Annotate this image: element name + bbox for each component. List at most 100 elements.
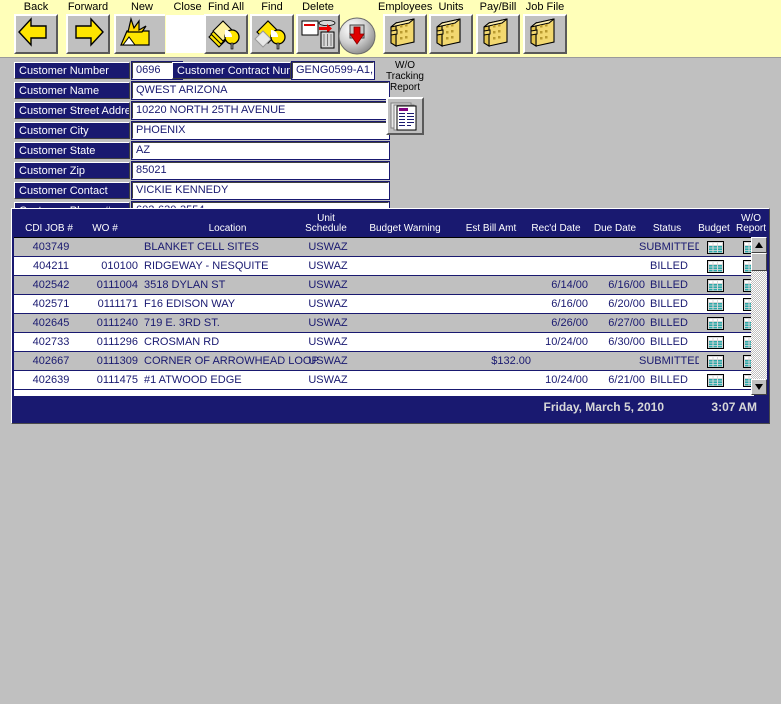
wo-tracking-report-button[interactable]: W/O Tracking Report (376, 60, 434, 135)
footer-time: 3:07 AM (711, 400, 757, 414)
grid-column-header[interactable]: Unit Schedule (295, 209, 357, 237)
application-window: Back Forward New Close Find All Find Delete Emp… (0, 0, 781, 704)
budget-grid-icon[interactable] (707, 336, 724, 349)
cell-recd-date (528, 352, 594, 370)
customer-contract-number-input[interactable]: GENG0599-A1,A (291, 61, 375, 80)
field-input-customer-zip[interactable]: 85021 (131, 161, 390, 180)
scroll-up-icon[interactable] (751, 237, 767, 253)
toolbar-button-units[interactable]: Units (427, 1, 475, 54)
cell-budget[interactable] (697, 238, 735, 256)
grid-column-header[interactable]: Rec'd Date (526, 209, 586, 237)
cell-cdi-job: 403749 (32, 241, 70, 253)
table-row[interactable]: 402571 0111171 F16 EDISON WAY USWAZ 6/16/00 6… (14, 295, 754, 314)
toolbar-button-job-file[interactable]: Job File (519, 1, 571, 54)
toolbar-button-employees[interactable]: Employees (378, 1, 432, 54)
cell-wo (76, 238, 142, 256)
budget-grid-icon[interactable] (707, 298, 724, 311)
toolbar-button-label: Units (438, 1, 464, 13)
cell-wo: 0111004 (96, 279, 138, 291)
cell-recd-date: 10/24/00 (545, 336, 588, 348)
toolbar-button-import[interactable] (337, 1, 377, 56)
find-all-icon (204, 14, 248, 54)
grid-column-header[interactable]: WO # (74, 209, 136, 237)
table-row[interactable]: 404211 010100 RIDGEWAY - NESQUITE USWAZ BILL… (14, 257, 754, 276)
budget-grid-icon[interactable] (707, 317, 724, 330)
table-row[interactable]: 403749 BLANKET CELL SITES USWAZ SUBMITTED (14, 238, 754, 257)
grid-column-header[interactable]: CDI JOB # (20, 209, 78, 237)
grid-column-header[interactable]: Location (140, 209, 315, 237)
customer-form: Customer Number 0696 Customer Name QWEST AR… (14, 61, 434, 222)
grid-vertical-scrollbar[interactable] (751, 237, 767, 395)
import-sphere-icon[interactable] (337, 16, 377, 56)
cell-wo: 0111171 (97, 298, 138, 310)
cell-budget-warning (359, 295, 455, 313)
toolbar-button-label: Pay/Bill (479, 1, 517, 13)
budget-grid-icon[interactable] (707, 260, 724, 273)
field-input-customer-city[interactable]: PHOENIX (131, 121, 390, 140)
cell-location: 719 E. 3RD ST. (144, 317, 220, 329)
field-label-customer-name: Customer Name (14, 82, 130, 99)
cell-est-bill-amt (455, 333, 537, 351)
delete-trash-icon (296, 14, 340, 54)
table-row[interactable]: 402639 0111475 #1 ATWOOD EDGE USWAZ 10/24/00… (14, 371, 754, 390)
file-drawer-icon (429, 14, 473, 54)
cell-recd-date (528, 238, 594, 256)
field-input-customer-contact[interactable]: VICKIE KENNEDY (131, 181, 390, 200)
cell-budget[interactable] (697, 295, 735, 313)
field-input-customer-name[interactable]: QWEST ARIZONA (131, 81, 390, 100)
scroll-down-icon[interactable] (751, 379, 767, 395)
scrollbar-thumb[interactable] (751, 253, 767, 271)
cell-wo: 0111309 (96, 355, 138, 367)
grid-column-header[interactable]: Budget (695, 209, 733, 237)
table-row[interactable]: 402645 0111240 719 E. 3RD ST. USWAZ 6/26/00 6… (14, 314, 754, 333)
cell-status: BILLED (650, 279, 688, 291)
cell-budget[interactable] (697, 314, 735, 332)
budget-grid-icon[interactable] (707, 374, 724, 387)
cell-budget[interactable] (697, 276, 735, 294)
scrollbar-track[interactable] (751, 253, 767, 379)
cell-budget[interactable] (697, 371, 735, 389)
cell-location: RIDGEWAY - NESQUITE (144, 260, 269, 272)
cell-wo: 010100 (101, 260, 138, 272)
report-document-icon (386, 97, 424, 135)
cell-budget[interactable] (697, 257, 735, 275)
toolbar-button-forward[interactable]: Forward (55, 1, 121, 54)
toolbar-button-pay-bill[interactable]: Pay/Bill (472, 1, 524, 54)
cell-cdi-job: 402733 (32, 336, 70, 348)
table-row[interactable]: 402542 0111004 3518 DYLAN ST USWAZ 6/14/00 6/… (14, 276, 754, 295)
cell-unit-schedule: USWAZ (308, 298, 348, 310)
table-row[interactable]: 402733 0111296 CROSMAN RD USWAZ 10/24/00 6/30… (14, 333, 754, 352)
footer-date: Friday, March 5, 2010 (543, 400, 664, 414)
grid-column-header[interactable]: Due Date (587, 209, 643, 237)
cell-est-bill-amt (455, 314, 537, 332)
field-label-customer-contact: Customer Contact (14, 182, 130, 199)
grid-rows-container[interactable]: 403749 BLANKET CELL SITES USWAZ SUBMITTED 40… (14, 237, 754, 396)
cell-budget[interactable] (697, 352, 735, 370)
grid-column-header[interactable]: W/O Report (731, 209, 771, 237)
field-input-customer-state[interactable]: AZ (131, 141, 390, 160)
field-label-customer-state: Customer State (14, 142, 130, 159)
cell-status: BILLED (650, 317, 688, 329)
cell-cdi-job: 402542 (32, 279, 70, 291)
file-drawer-icon (523, 14, 567, 54)
cell-wo: 0111240 (96, 317, 138, 329)
cell-budget-warning (359, 238, 455, 256)
cell-location: 3518 DYLAN ST (144, 279, 226, 291)
budget-grid-icon[interactable] (707, 279, 724, 292)
cell-unit-schedule: USWAZ (308, 355, 348, 367)
field-input-customer-street-address[interactable]: 10220 NORTH 25TH AVENUE (131, 101, 390, 120)
grid-column-header[interactable]: Status (637, 209, 697, 237)
budget-grid-icon[interactable] (707, 355, 724, 368)
table-row[interactable]: 402667 0111309 CORNER OF ARROWHEAD LOOP& US… (14, 352, 754, 371)
work-order-grid-panel: CDI JOB # WO # Location Unit Schedule Budget… (11, 208, 770, 424)
grid-column-header[interactable]: Budget Warning (357, 209, 453, 237)
budget-grid-icon[interactable] (707, 241, 724, 254)
cell-status: BILLED (650, 336, 688, 348)
cell-budget[interactable] (697, 333, 735, 351)
arrow-left-icon (14, 14, 58, 54)
cell-location: BLANKET CELL SITES (144, 241, 259, 253)
cell-est-bill-amt (455, 257, 537, 275)
cell-wo: 0111296 (96, 336, 138, 348)
cell-unit-schedule: USWAZ (308, 279, 348, 291)
grid-column-header[interactable]: Est Bill Amt (453, 209, 529, 237)
